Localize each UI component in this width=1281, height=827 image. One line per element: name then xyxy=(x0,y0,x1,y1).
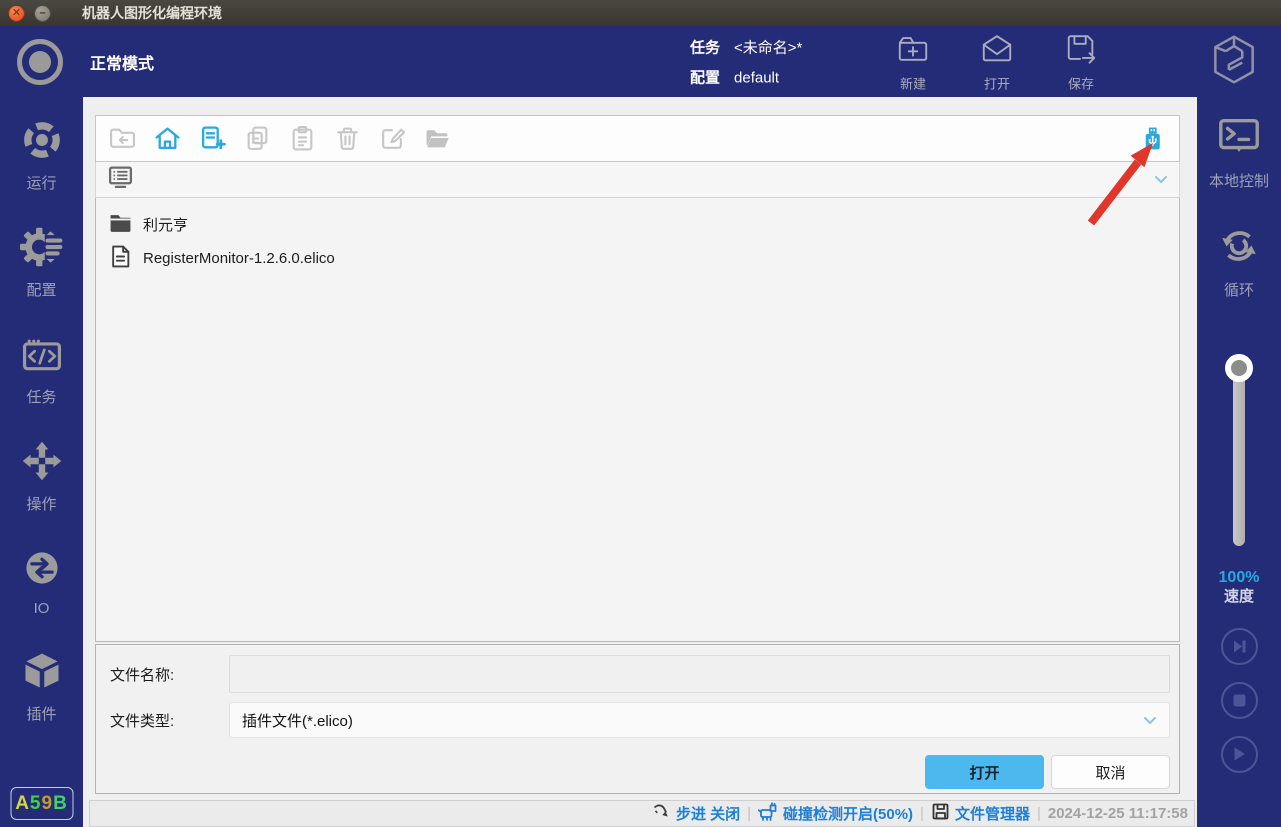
close-icon[interactable]: ✕ xyxy=(8,5,25,22)
task-code-icon xyxy=(20,332,64,381)
speed-slider xyxy=(1225,354,1253,552)
sidebar-item-config[interactable]: 配置 xyxy=(20,225,64,300)
open-task-button[interactable]: 打开 xyxy=(966,31,1028,92)
config-value: default xyxy=(734,69,779,86)
file-type-select[interactable]: 插件文件(*.elico) xyxy=(229,702,1170,738)
config-label: 配置 xyxy=(690,66,720,87)
step-mode-toggle[interactable]: 步进 关闭 xyxy=(652,802,740,825)
speed-label: 速度 xyxy=(1219,588,1260,607)
file-manager-button[interactable]: 文件管理器 xyxy=(931,802,1030,825)
collision-robot-icon xyxy=(758,802,778,826)
separator: | xyxy=(1037,805,1041,822)
sidebar-item-task[interactable]: 任务 xyxy=(20,332,64,407)
open-mail-icon xyxy=(980,31,1014,70)
window-title: 机器人图形化编程环境 xyxy=(82,3,222,23)
copy-icon[interactable] xyxy=(244,125,271,152)
left-sidebar: 运行 xyxy=(0,97,83,827)
task-label: 任务 xyxy=(690,36,720,57)
transport-controls xyxy=(1221,628,1258,773)
loop-icon xyxy=(1216,223,1262,274)
chevron-down-icon[interactable] xyxy=(1154,175,1168,184)
rename-icon[interactable] xyxy=(379,125,406,152)
action-label: 打开 xyxy=(984,73,1010,92)
speed-slider-handle[interactable] xyxy=(1225,354,1253,382)
collision-detect-toggle[interactable]: 碰撞检测开启(50%) xyxy=(758,802,913,826)
sidebar-item-local-control[interactable]: 本地控制 xyxy=(1209,114,1269,191)
robot-id-badge[interactable]: A59B xyxy=(10,787,73,820)
separator: | xyxy=(920,805,924,822)
brand-cube-icon xyxy=(1205,30,1263,93)
list-item-file[interactable]: RegisterMonitor-1.2.6.0.elico xyxy=(96,241,1179,275)
speed-slider-track[interactable] xyxy=(1233,368,1245,546)
separator: | xyxy=(747,805,751,822)
file-dialog-form: 文件名称: 文件类型: 插件文件(*.elico) 打开 xyxy=(95,644,1180,794)
content-area: 利元亨 RegisterMonitor-1.2.6.0.elico xyxy=(83,97,1197,827)
file-list: 利元亨 RegisterMonitor-1.2.6.0.elico xyxy=(95,198,1180,642)
sidebar-item-io[interactable]: IO xyxy=(20,546,64,617)
file-dialog-toolbar xyxy=(95,115,1180,162)
stop-button[interactable] xyxy=(1221,682,1258,719)
computer-icon xyxy=(107,164,134,196)
minimize-icon[interactable]: – xyxy=(34,5,51,22)
header-actions: 新建 打开 xyxy=(882,31,1112,92)
sidebar-item-loop[interactable]: 循环 xyxy=(1216,223,1262,300)
status-bar: 步进 关闭 | 碰撞检测开启(50%) | xyxy=(89,800,1195,827)
app-window: ✕ – 机器人图形化编程环境 正常模式 任务 <未命名>* 配置 default xyxy=(0,0,1281,827)
floppy-disk-icon xyxy=(931,802,950,825)
play-button[interactable] xyxy=(1221,736,1258,773)
open-folder-icon[interactable] xyxy=(424,125,451,152)
save-icon xyxy=(1064,31,1098,70)
os-titlebar: ✕ – 机器人图形化编程环境 xyxy=(0,0,1281,26)
mode-label: 正常模式 xyxy=(90,50,154,74)
delete-icon[interactable] xyxy=(334,125,361,152)
action-label: 新建 xyxy=(900,73,926,92)
speed-readout: 100% 速度 xyxy=(1219,568,1260,607)
step-icon xyxy=(652,802,671,825)
task-value: <未命名>* xyxy=(734,36,802,57)
list-item-folder[interactable]: 利元亨 xyxy=(96,207,1179,241)
new-folder-icon xyxy=(896,31,930,70)
home-icon[interactable] xyxy=(154,125,181,152)
move-arrows-icon xyxy=(20,439,64,488)
folder-icon xyxy=(109,211,132,238)
io-icon xyxy=(20,546,64,595)
main-area: 运行 xyxy=(0,97,1281,827)
new-file-icon[interactable] xyxy=(199,125,226,152)
step-next-button[interactable] xyxy=(1221,628,1258,665)
right-sidebar: 本地控制 循环 100% xyxy=(1197,97,1281,827)
speed-percent: 100% xyxy=(1219,568,1260,588)
status-timestamp: 2024-12-25 11:17:58 xyxy=(1048,805,1188,822)
task-config-info: 任务 <未命名>* 配置 default xyxy=(690,36,802,87)
plugin-cube-icon xyxy=(20,649,64,698)
folder-back-icon[interactable] xyxy=(109,125,136,152)
settings-gear-icon xyxy=(20,225,64,274)
local-control-icon xyxy=(1216,114,1262,165)
file-name-label: 文件名称: xyxy=(110,664,229,685)
sidebar-item-run[interactable]: 运行 xyxy=(20,118,64,193)
file-dialog: 利元亨 RegisterMonitor-1.2.6.0.elico xyxy=(95,115,1180,794)
mode-indicator-icon xyxy=(17,39,63,85)
location-dropdown[interactable] xyxy=(95,162,1180,198)
file-icon xyxy=(109,245,132,272)
sidebar-item-plugin[interactable]: 插件 xyxy=(20,649,64,724)
run-icon xyxy=(20,118,64,167)
app-header: 正常模式 任务 <未命名>* 配置 default 新建 xyxy=(0,26,1281,97)
file-type-label: 文件类型: xyxy=(110,710,229,731)
paste-icon[interactable] xyxy=(289,125,316,152)
sidebar-item-operate[interactable]: 操作 xyxy=(20,439,64,514)
save-task-button[interactable]: 保存 xyxy=(1050,31,1112,92)
chevron-down-icon xyxy=(1143,716,1157,725)
action-label: 保存 xyxy=(1068,73,1094,92)
open-button[interactable]: 打开 xyxy=(925,755,1044,789)
new-task-button[interactable]: 新建 xyxy=(882,31,944,92)
cancel-button[interactable]: 取消 xyxy=(1051,755,1170,789)
usb-drive-icon[interactable] xyxy=(1139,125,1166,152)
file-name-input[interactable] xyxy=(229,655,1170,693)
